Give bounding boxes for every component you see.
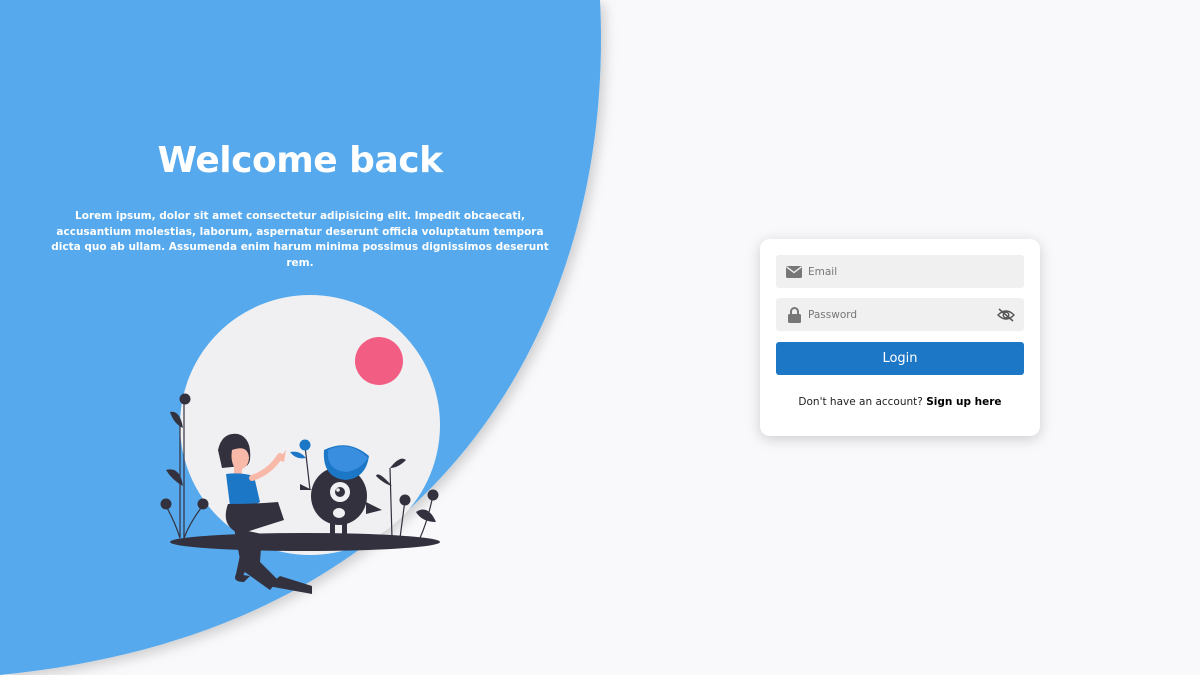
eye-slash-icon[interactable] — [988, 298, 1024, 331]
hero-panel: Welcome back Lorem ipsum, dolor sit amet… — [0, 0, 600, 675]
hero-description: Lorem ipsum, dolor sit amet consectetur … — [51, 210, 549, 269]
login-card: Login Don't have an account? Sign up her… — [760, 239, 1040, 436]
envelope-icon — [776, 255, 808, 288]
password-input[interactable] — [808, 298, 988, 331]
ground-shadow — [170, 533, 440, 551]
signup-prompt: Don't have an account? — [798, 396, 927, 408]
signup-row: Don't have an account? Sign up here — [760, 396, 1040, 408]
email-field[interactable] — [776, 255, 1024, 288]
illustration — [160, 295, 440, 594]
signup-link[interactable]: Sign up here — [926, 396, 1001, 408]
email-input[interactable] — [808, 255, 1024, 288]
lock-icon — [776, 298, 808, 331]
moon-circle — [180, 295, 440, 555]
pink-circle — [355, 337, 403, 385]
login-button[interactable]: Login — [776, 342, 1024, 375]
password-field[interactable] — [776, 298, 1024, 331]
hero-title: Welcome back — [157, 140, 443, 181]
